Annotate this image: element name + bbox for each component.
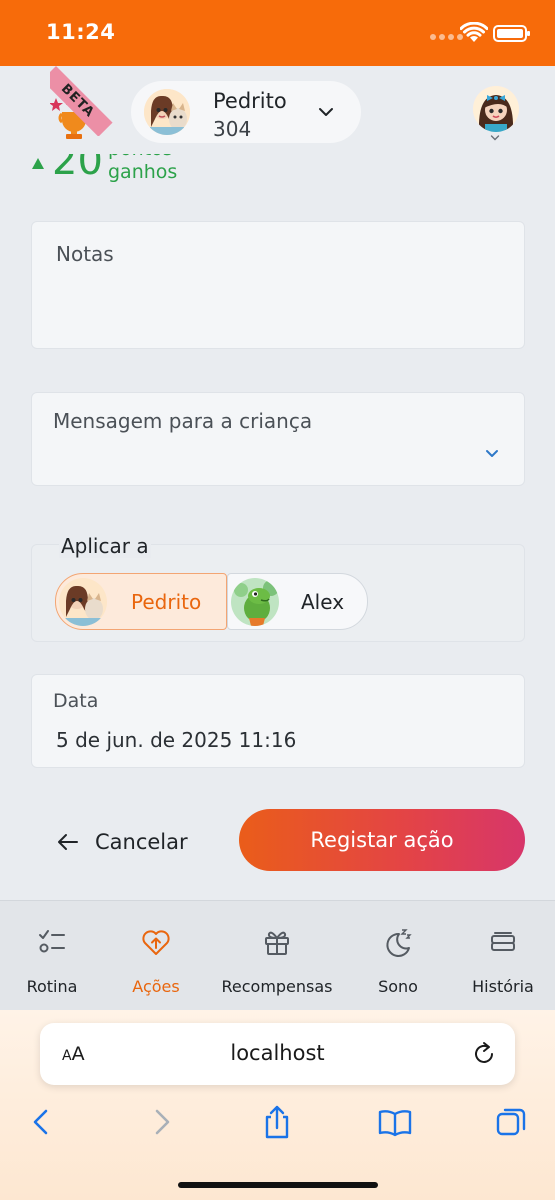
wifi-icon (460, 22, 488, 42)
date-field[interactable]: Data 5 de jun. de 2025 11:16 (31, 674, 525, 768)
notes-label: Notas (56, 242, 114, 266)
status-time: 11:24 (46, 20, 116, 44)
arrow-left-icon (58, 834, 78, 850)
beta-ribbon: BETA (50, 66, 122, 136)
parent-avatar[interactable] (473, 86, 519, 132)
reload-icon[interactable] (471, 1041, 497, 1067)
child-avatar (59, 578, 107, 626)
date-value: 5 de jun. de 2025 11:16 (56, 728, 297, 752)
forward-icon[interactable] (143, 1104, 179, 1140)
child-chip-label: Alex (301, 590, 345, 614)
child-avatar (231, 578, 279, 626)
up-arrow-icon (32, 158, 44, 169)
child-chip-pedrito[interactable]: Pedrito (55, 573, 227, 630)
tab-label: Sono (378, 977, 418, 996)
status-bar: 11:24 (0, 0, 555, 66)
tab-sono[interactable]: Sono (354, 901, 442, 1011)
address-bar[interactable]: AA localhost (40, 1023, 515, 1085)
points-value: 20 (52, 154, 103, 184)
bottom-tab-bar: Rotina Ações Recompensas Sono História (0, 900, 555, 1010)
battery-icon (493, 25, 530, 42)
cellular-signal-icon (430, 34, 463, 40)
tab-rotina[interactable]: Rotina (8, 901, 96, 1011)
child-selector[interactable]: Pedrito 304 (131, 81, 361, 143)
apply-to-group: Aplicar a Pedrito Alex (31, 534, 525, 642)
tab-acoes[interactable]: Ações (112, 901, 200, 1011)
chevron-down-icon (486, 450, 498, 457)
tab-label: Ações (132, 977, 180, 996)
back-icon[interactable] (24, 1104, 60, 1140)
tabs-icon[interactable] (494, 1104, 530, 1140)
home-indicator (178, 1182, 378, 1188)
apply-label: Aplicar a (59, 534, 151, 558)
date-label: Data (53, 690, 99, 712)
tab-label: Recompensas (221, 977, 333, 996)
message-select[interactable]: Mensagem para a criança (31, 392, 525, 486)
child-avatar (144, 89, 190, 135)
url-host: localhost (230, 1041, 325, 1065)
share-icon[interactable] (259, 1104, 295, 1140)
message-label: Mensagem para a criança (53, 409, 313, 433)
notes-field[interactable]: Notas (31, 221, 525, 349)
tab-label: História (472, 977, 534, 996)
tab-label: Rotina (26, 977, 78, 996)
points-label: pontos ganhos (108, 154, 178, 183)
history-icon (491, 932, 515, 951)
tab-historia[interactable]: História (458, 901, 548, 1011)
bookmarks-icon[interactable] (377, 1104, 413, 1140)
tab-recompensas[interactable]: Recompensas (214, 901, 340, 1011)
action-form[interactable]: 20 pontos ganhos Notas Mensagem para a c… (0, 154, 555, 900)
cancel-button[interactable]: Cancelar (57, 824, 188, 860)
child-chip-alex[interactable]: Alex (227, 573, 368, 630)
child-points: 304 (213, 117, 252, 141)
heart-arrow-icon (142, 930, 170, 955)
checklist-icon (39, 930, 65, 953)
chevron-down-icon[interactable] (490, 134, 500, 142)
moon-sleep-icon (386, 929, 412, 957)
child-name: Pedrito (213, 89, 287, 113)
cancel-label: Cancelar (95, 830, 188, 854)
chevron-down-icon (319, 108, 333, 116)
child-chip-label: Pedrito (131, 590, 202, 614)
app-header: BETA Pedrito 304 (0, 66, 555, 154)
register-action-button[interactable]: Registar ação (239, 809, 525, 871)
browser-toolbar: AA localhost (0, 1010, 555, 1200)
gift-icon (265, 931, 289, 955)
